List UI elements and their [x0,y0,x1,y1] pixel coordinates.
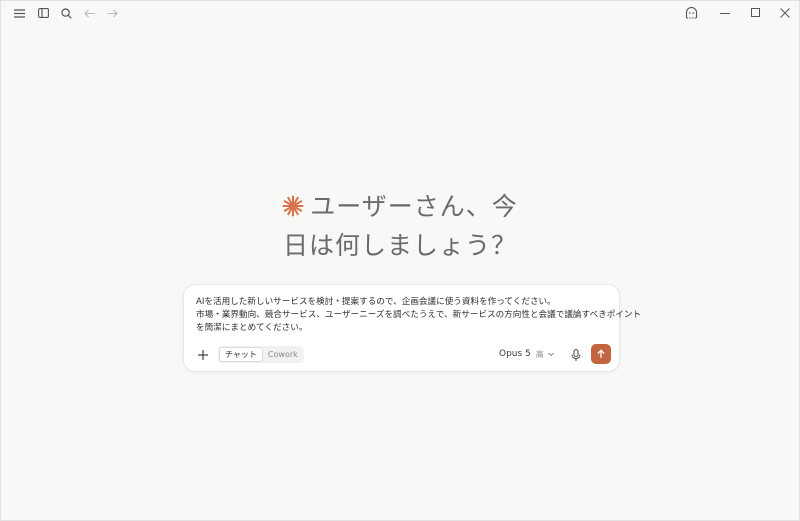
mode-toggle: チャット Cowork [218,346,304,363]
microphone-icon[interactable] [569,347,583,361]
mode-chat-button[interactable]: チャット [219,347,263,362]
add-attachment-icon[interactable] [196,347,210,361]
message-line: 市場・業界動向、競合サービス、ユーザーニーズを調べたうえで、新サービスの方向性と… [196,310,642,320]
effort-level: 高 [535,349,544,359]
greeting-line-1: ユーザーさん、今 [1,187,799,226]
app-window: ユーザーさん、今 日は何しましょう？ AIを活用した新しいサービスを検討・提案す… [0,0,800,521]
forward-arrow-icon[interactable] [104,5,120,21]
greeting: ユーザーさん、今 日は何しましょう？ [1,187,799,265]
back-arrow-icon[interactable] [81,5,97,21]
maximize-icon[interactable] [748,5,764,21]
close-icon[interactable] [777,5,793,21]
minimize-icon[interactable] [717,5,733,21]
model-selector[interactable]: Opus 5 高 [499,347,555,361]
chevron-down-icon [547,350,555,358]
claude-spark-icon [282,189,304,217]
message-line: AIを活用した新しいサービスを検討・提案するので、企画会議に使う資料を作ってくだ… [196,297,556,307]
search-icon[interactable] [58,5,74,21]
message-input[interactable]: AIを活用した新しいサービスを検討・提案するので、企画会議に使う資料を作ってくだ… [196,296,642,335]
title-bar [1,1,799,25]
greeting-line-2: 日は何しましょう？ [282,231,517,260]
arrow-up-icon [597,349,605,358]
message-line: を簡潔にまとめてください。 [196,323,308,333]
menu-icon[interactable] [11,5,27,21]
ghost-mode-icon[interactable] [683,5,699,21]
model-name: Opus 5 [499,349,531,359]
mode-cowork-button[interactable]: Cowork [263,347,303,362]
send-button[interactable] [591,344,611,364]
sidebar-toggle-icon[interactable] [35,5,51,21]
message-composer[interactable]: AIを活用した新しいサービスを検討・提案するので、企画会議に使う資料を作ってくだ… [183,284,642,372]
greeting-text-1: ユーザーさん、今 [310,192,518,221]
